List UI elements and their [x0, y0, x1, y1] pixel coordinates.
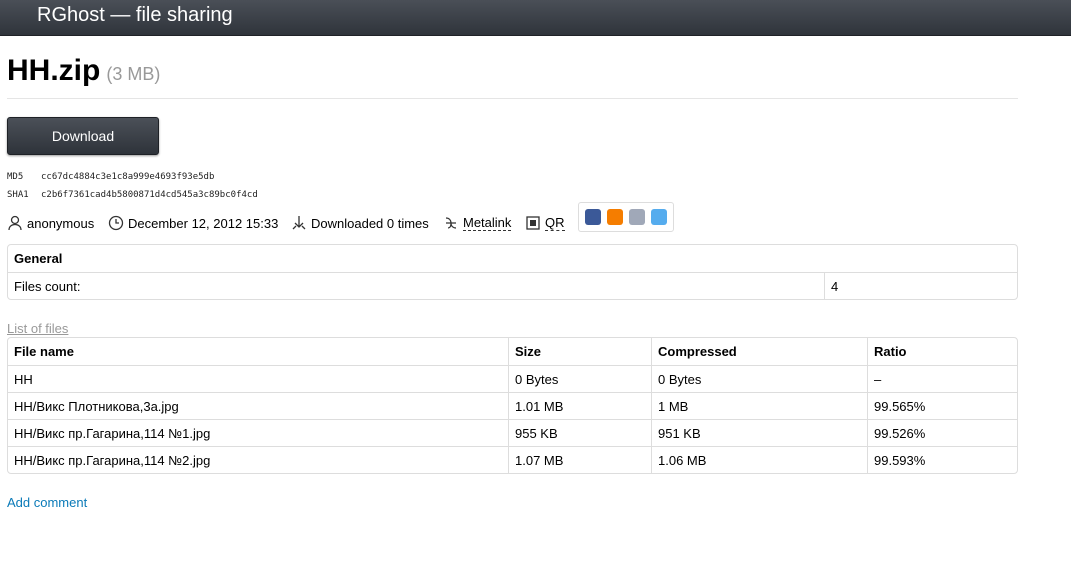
column-header-compressed: Compressed [651, 338, 867, 365]
table-row: HH 0 Bytes 0 Bytes – [8, 365, 1017, 392]
facebook-icon[interactable] [585, 209, 601, 225]
twitter-icon[interactable] [651, 209, 667, 225]
cell-file-name: HH/Викс пр.Гагарина,114 №1.jpg [8, 419, 508, 446]
table-header-row: File name Size Compressed Ratio [8, 338, 1017, 365]
download-button[interactable]: Download [7, 117, 159, 155]
cell-compressed: 1 MB [651, 392, 867, 419]
cell-file-name: HH [8, 365, 508, 392]
meta-date: December 12, 2012 15:33 [108, 215, 278, 231]
meta-user: anonymous [7, 215, 94, 231]
meta-downloads-text: Downloaded 0 times [311, 215, 429, 231]
social-share [578, 202, 674, 232]
column-header-size: Size [508, 338, 651, 365]
site-title[interactable]: RGhost — file sharing [37, 3, 233, 27]
hashes: MD5 cc67dc4884c3e1c8a999e4693f93e5db SHA1… [7, 168, 1018, 204]
cell-ratio: 99.593% [867, 446, 1017, 473]
hash-label: MD5 [7, 172, 24, 182]
cell-file-name: HH/Викс пр.Гагарина,114 №2.jpg [8, 446, 508, 473]
files-count-label: Files count: [8, 272, 824, 299]
general-header: General [14, 251, 63, 266]
meta-metalink[interactable]: Metalink [443, 215, 512, 231]
metalink-icon [443, 215, 459, 231]
file-name: HH.zip [7, 54, 101, 87]
file-size: (3 MB) [106, 64, 161, 84]
table-row: HH/Викс Плотникова,3а.jpg 1.01 MB 1 MB 9… [8, 392, 1017, 419]
cell-size: 1.07 MB [508, 446, 651, 473]
general-table: General Files count: 4 [7, 244, 1018, 300]
add-comment-link[interactable]: Add comment [7, 495, 1018, 510]
qr-icon [525, 215, 541, 231]
table-row: HH/Викс пр.Гагарина,114 №2.jpg 1.07 MB 1… [8, 446, 1017, 473]
cell-compressed: 951 KB [651, 419, 867, 446]
cell-compressed: 0 Bytes [651, 365, 867, 392]
hash-value: cc67dc4884c3e1c8a999e4693f93e5db [41, 172, 215, 182]
cell-file-name: HH/Викс Плотникова,3а.jpg [8, 392, 508, 419]
cell-ratio: – [867, 365, 1017, 392]
file-heading: HH.zip (3 MB) [7, 53, 1018, 99]
qr-link[interactable]: QR [545, 215, 565, 231]
cell-size: 955 KB [508, 419, 651, 446]
table-row: HH/Викс пр.Гагарина,114 №1.jpg 955 KB 95… [8, 419, 1017, 446]
hash-sha1: SHA1 c2b6f7361cad4b5800871d4cd545a3c89bc0… [7, 186, 1018, 204]
clock-icon [108, 215, 124, 231]
metalink-link[interactable]: Metalink [463, 215, 512, 231]
list-of-files-link[interactable]: List of files [7, 321, 1018, 337]
files-count-value: 4 [824, 272, 1017, 299]
column-header-file-name: File name [14, 344, 74, 359]
column-header-ratio: Ratio [867, 338, 1017, 365]
files-table: File name Size Compressed Ratio HH 0 Byt… [7, 337, 1018, 474]
livejournal-icon[interactable] [629, 209, 645, 225]
blogger-icon[interactable] [607, 209, 623, 225]
user-icon [7, 215, 23, 231]
cell-ratio: 99.526% [867, 419, 1017, 446]
cell-compressed: 1.06 MB [651, 446, 867, 473]
file-meta: anonymous December 12, 2012 15:33 Downlo… [7, 202, 1018, 238]
top-bar: RGhost — file sharing [0, 0, 1071, 36]
download-arrow-icon [291, 215, 307, 231]
table-row: Files count: 4 [8, 272, 1017, 299]
meta-qr[interactable]: QR [525, 215, 565, 231]
main-content: HH.zip (3 MB) Download MD5 cc67dc4884c3e1c… [7, 36, 1018, 510]
hash-md5: MD5 cc67dc4884c3e1c8a999e4693f93e5db [7, 168, 1018, 186]
table-header-row: General [8, 245, 1017, 272]
cell-size: 1.01 MB [508, 392, 651, 419]
hash-label: SHA1 [7, 190, 29, 200]
cell-ratio: 99.565% [867, 392, 1017, 419]
hash-value: c2b6f7361cad4b5800871d4cd545a3c89bc0f4cd [41, 190, 258, 200]
meta-user-name: anonymous [27, 215, 95, 231]
meta-date-text: December 12, 2012 15:33 [128, 215, 279, 231]
meta-downloads: Downloaded 0 times [291, 215, 429, 231]
cell-size: 0 Bytes [508, 365, 651, 392]
